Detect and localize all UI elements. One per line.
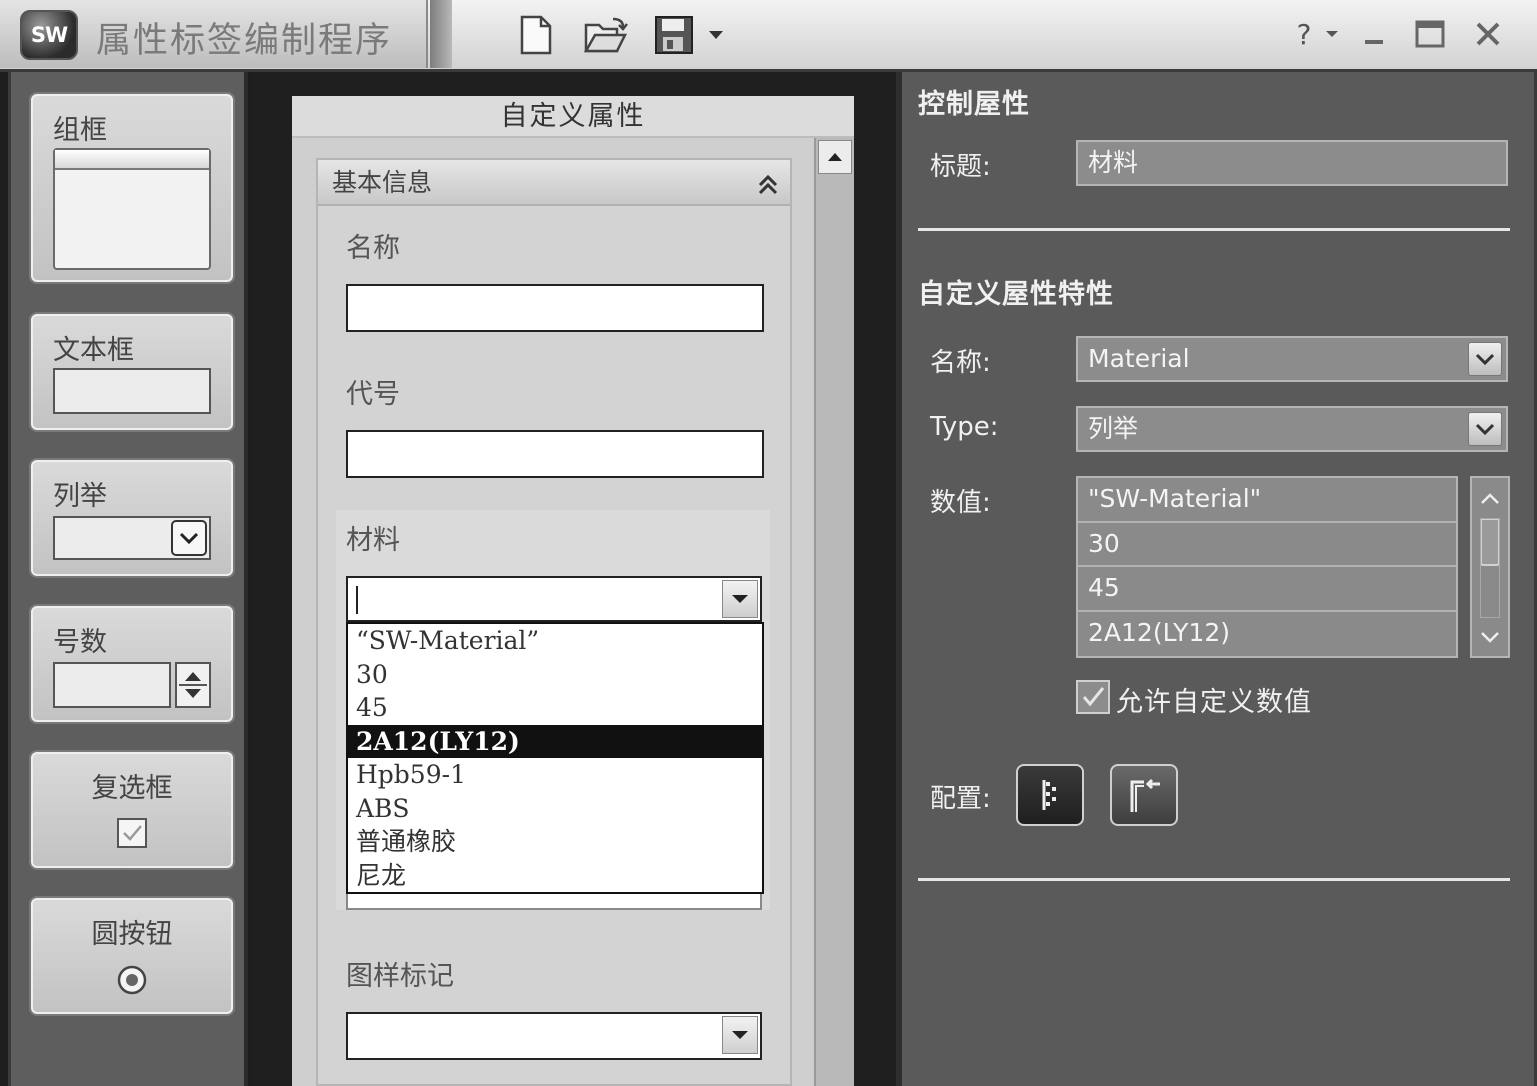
type-label: Type:: [930, 412, 999, 442]
caption-label: 标题:: [930, 152, 991, 182]
toolbox-item-list[interactable]: 列举: [29, 458, 235, 578]
help-icon[interactable]: ?: [1286, 14, 1322, 54]
form-preview-area: 自定义属性 基本信息 名称 代号 材料 “SW-Material” 30 45 …: [252, 72, 894, 1086]
allow-custom-values-label: 允许自定义数值: [1116, 687, 1312, 718]
preview-scrollbar[interactable]: [814, 138, 854, 1086]
value-list-item[interactable]: "SW-Material": [1078, 478, 1456, 523]
dropdown-option[interactable]: 普通橡胶: [348, 825, 762, 859]
value-list-item[interactable]: 30: [1078, 523, 1456, 567]
allow-custom-values-checkbox[interactable]: [1076, 680, 1110, 714]
number-preview-icon: [53, 662, 211, 708]
config-label: 配置:: [930, 784, 991, 814]
dropdown-option[interactable]: ABS: [348, 792, 762, 826]
groupbox-preview-icon: [53, 148, 211, 270]
open-folder-icon[interactable]: [582, 12, 630, 58]
toolbox-item-label: 圆按钮: [91, 919, 173, 950]
app-title: 属性标签编制程序: [96, 21, 393, 61]
group-header-label: 基本信息: [332, 168, 433, 197]
chevron-down-icon[interactable]: [1468, 412, 1502, 446]
property-name-label: 名称:: [930, 348, 991, 378]
scroll-down-icon[interactable]: [1480, 628, 1500, 647]
drawing-mark-dropdown-button[interactable]: [722, 1016, 758, 1054]
scroll-up-icon[interactable]: [1480, 490, 1500, 509]
toolbox-item-label: 列举: [53, 481, 107, 512]
material-field-label: 材料: [346, 525, 400, 556]
title-block: SW 属性标签编制程序: [0, 0, 428, 68]
material-combobox[interactable]: [346, 576, 762, 622]
minimize-icon[interactable]: [1354, 14, 1394, 54]
preview-title: 自定义属性: [292, 96, 854, 138]
properties-panel: 控制屋性 标题: 材料 自定义屋性特性 名称: Material Type: 列…: [896, 72, 1537, 1086]
divider: [918, 228, 1510, 231]
dropdown-option[interactable]: 45: [348, 691, 762, 725]
preview-body: 基本信息 名称 代号 材料 “SW-Material” 30 45 2A12(LY12…: [292, 138, 814, 1086]
value-list-item[interactable]: 2A12(LY12): [1078, 612, 1456, 657]
property-name-value: Material: [1088, 344, 1190, 373]
dropdown-option[interactable]: “SW-Material”: [348, 624, 762, 658]
material-dropdown-list[interactable]: “SW-Material” 30 45 2A12(LY12) Hpb59-1 ABS 普通橡…: [346, 622, 764, 894]
title-bar: SW 属性标签编制程序 ?: [0, 0, 1537, 72]
checkbox-preview-icon: [117, 818, 147, 848]
custom-property-settings-title: 自定义屋性特性: [918, 279, 1114, 310]
config-link-button[interactable]: [1110, 764, 1178, 826]
group-panel-basic-info: 基本信息 名称 代号 材料 “SW-Material” 30 45 2A12(LY12…: [316, 158, 792, 1086]
title-accent: [430, 0, 452, 68]
new-document-icon[interactable]: [516, 12, 556, 58]
toolbox-item-label: 号数: [53, 627, 107, 658]
toolbox-item-radio[interactable]: 圆按钮: [29, 896, 235, 1016]
type-combobox[interactable]: 列举: [1076, 406, 1508, 452]
toolbox-item-label: 复选框: [91, 773, 173, 804]
property-name-combobox[interactable]: Material: [1076, 336, 1508, 382]
values-label: 数值:: [930, 488, 991, 518]
help-dropdown-arrow-icon[interactable]: [1320, 14, 1344, 54]
divider: [918, 878, 1510, 881]
toolbox-item-number[interactable]: 号数: [29, 604, 235, 724]
toolbox-item-label: 文本框: [53, 335, 134, 366]
toolbox-item-label: 组框: [53, 115, 107, 146]
name-field-label: 名称: [346, 233, 400, 264]
material-dropdown-button[interactable]: [722, 580, 758, 618]
radio-preview-icon: [116, 964, 148, 996]
code-field-label: 代号: [346, 379, 400, 410]
app-logo: SW: [20, 10, 78, 60]
dropdown-option[interactable]: Hpb59-1: [348, 758, 762, 792]
toolbox-item-checkbox[interactable]: 复选框: [29, 750, 235, 870]
control-toolbox: 组框 文本框 列举 号数 复选框 圆按钮: [8, 72, 248, 1086]
type-value: 列举: [1088, 414, 1139, 443]
config-list-icon: [1042, 780, 1056, 810]
dropdown-option[interactable]: 30: [348, 658, 762, 692]
maximize-icon[interactable]: [1410, 14, 1450, 54]
name-input[interactable]: [346, 284, 764, 332]
scroll-up-icon[interactable]: [818, 140, 852, 174]
close-icon[interactable]: [1468, 14, 1508, 54]
dropdown-option[interactable]: 尼龙: [348, 859, 762, 893]
textbox-preview-icon: [53, 368, 211, 414]
combobox-preview-icon: [53, 516, 211, 560]
scroll-track: [1480, 518, 1500, 618]
config-list-button[interactable]: [1016, 764, 1084, 826]
values-scrollbar[interactable]: [1470, 476, 1510, 658]
group-header[interactable]: 基本信息: [318, 160, 790, 206]
collapse-chevron-icon[interactable]: [754, 168, 782, 196]
values-list[interactable]: "SW-Material" 30 45 2A12(LY12): [1076, 476, 1458, 658]
config-link-icon: [1130, 778, 1160, 812]
value-list-item[interactable]: 45: [1078, 567, 1456, 612]
control-properties-title: 控制屋性: [918, 89, 1030, 120]
text-caret: [356, 586, 358, 614]
dropdown-option[interactable]: 2A12(LY12): [348, 724, 762, 758]
toolbox-item-groupbox[interactable]: 组框: [29, 92, 235, 284]
save-disk-icon[interactable]: [650, 12, 698, 58]
drawing-mark-field-label: 图样标记: [346, 961, 454, 992]
chevron-down-icon[interactable]: [1468, 342, 1502, 376]
caption-input[interactable]: 材料: [1076, 140, 1508, 186]
toolbox-item-textbox[interactable]: 文本框: [29, 312, 235, 432]
code-input[interactable]: [346, 430, 764, 478]
drawing-mark-combobox[interactable]: [346, 1012, 762, 1060]
save-dropdown-arrow-icon[interactable]: [704, 12, 728, 58]
